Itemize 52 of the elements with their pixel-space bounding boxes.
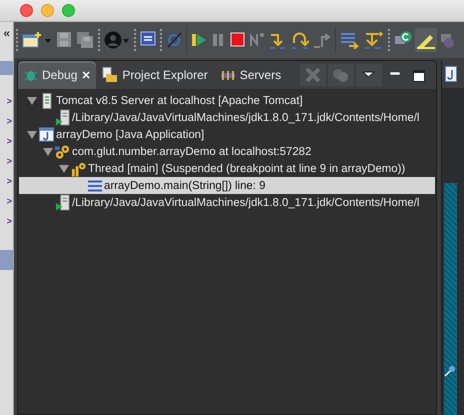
fold-marker: >: [6, 95, 12, 108]
view-tab[interactable]: Project Explorer: [96, 61, 214, 89]
zoom-button[interactable]: [62, 4, 75, 17]
bug-icon: [24, 68, 38, 82]
tree-item-label[interactable]: com.glut.number.arrayDemo at localhost:57282: [72, 146, 312, 158]
close-tab-button[interactable]: ✕: [81, 68, 90, 82]
stack-frame-icon: [88, 180, 102, 192]
fold-marker: >: [6, 135, 12, 148]
process-icon: [55, 194, 70, 211]
servers-icon: [220, 69, 236, 81]
selected-row[interactable]: arrayDemo.main(String[]) line: 9: [19, 177, 435, 194]
tree-item-label[interactable]: /Library/Java/JavaVirtualMachines/jdk1.8.0_171.jdk/Contents/Home/l: [72, 112, 420, 124]
save-icon[interactable]: [56, 31, 72, 49]
resume-icon[interactable]: [191, 31, 207, 49]
pin-icon: [444, 365, 456, 377]
view-handle[interactable]: [0, 250, 13, 270]
expanded-arrow-icon[interactable]: [43, 146, 53, 156]
tree-item-label[interactable]: arrayDemo.main(String[]) line: 9: [104, 180, 266, 192]
server-icon: [42, 92, 52, 108]
skip-breakpoints-icon[interactable]: [166, 31, 182, 49]
collapse-toggle[interactable]: «: [3, 27, 10, 39]
step-return-icon[interactable]: [313, 31, 331, 49]
view-handle[interactable]: [0, 61, 13, 75]
fold-marker: >: [6, 175, 12, 188]
fold-marker: >: [6, 215, 12, 228]
close-button[interactable]: [20, 4, 33, 17]
java-app-icon: [39, 127, 54, 142]
new-icon[interactable]: [22, 31, 52, 49]
tree-item-label[interactable]: Tomcat v8.5 Server at localhost [Apache Tomcat]: [56, 94, 303, 106]
java-file-icon[interactable]: [445, 66, 457, 82]
fold-marker: >: [6, 195, 12, 208]
folder-icon: [102, 67, 118, 83]
drop-to-frame-icon[interactable]: [340, 31, 360, 49]
thread-icon: [71, 160, 86, 176]
tree-item-label[interactable]: Thread [main] (Suspended (breakpoint at line 9 in arrayDemo)): [88, 162, 406, 174]
save-all-icon[interactable]: [76, 31, 94, 49]
step-filters-icon[interactable]: [364, 31, 384, 49]
expanded-arrow-icon[interactable]: [27, 130, 37, 140]
step-into-icon[interactable]: [269, 31, 287, 49]
stop-icon[interactable]: [229, 31, 245, 49]
view-tab[interactable]: Debug ✕: [18, 61, 96, 89]
fold-marker: >: [6, 155, 12, 168]
tree-item-label[interactable]: /Library/Java/JavaVirtualMachines/jdk1.8.0_171.jdk/Contents/Home/l: [72, 196, 420, 208]
tree-item-label[interactable]: arrayDemo [Java Application]: [56, 128, 204, 140]
step-over-icon[interactable]: [291, 31, 309, 49]
process-icon: [55, 109, 70, 126]
profile-icon[interactable]: [104, 31, 130, 49]
view-tab[interactable]: Servers: [214, 61, 288, 89]
expanded-arrow-icon[interactable]: [59, 164, 69, 174]
gears-icon: [55, 144, 70, 160]
expanded-arrow-icon[interactable]: [27, 96, 37, 106]
fold-marker: >: [6, 115, 12, 128]
